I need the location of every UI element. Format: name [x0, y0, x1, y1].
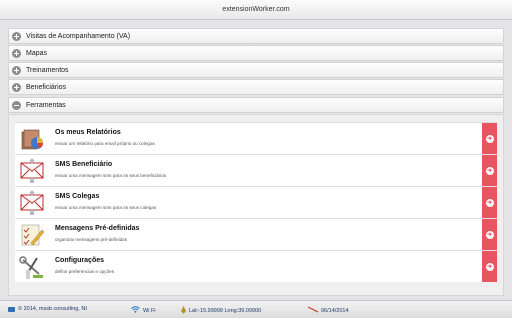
accordion-mapas[interactable]: Mapas: [8, 45, 504, 61]
open-mensagens-button[interactable]: ➔: [482, 219, 497, 250]
arrow-right-icon: ➔: [485, 166, 494, 175]
status-bar: © 2014, mssb consulting, NI Wi Fi Lat:-1…: [0, 300, 512, 318]
tool-sms-beneficiario[interactable]: SMS Beneficiário enviar uma mensagem sms…: [15, 154, 497, 186]
tool-title: SMS Colegas: [55, 193, 100, 200]
plus-icon: [12, 83, 21, 92]
open-configuracoes-button[interactable]: ➔: [482, 251, 497, 282]
plus-icon: [12, 49, 21, 58]
location-text: Lat:-15.99999 Long:39.09900: [189, 308, 262, 314]
accordion-treinamentos[interactable]: Treinamentos: [8, 62, 504, 78]
arrow-right-icon: ➔: [485, 262, 494, 271]
tool-description: enviar uma mensagem sms para os seus col…: [55, 205, 157, 210]
current-date: 06/14/2014: [307, 306, 349, 315]
tool-sms-colegas[interactable]: SMS Colegas enviar uma mensagem sms para…: [15, 186, 497, 218]
minus-icon: [12, 101, 21, 110]
tool-configuracoes[interactable]: Configurações definir preferencias e opç…: [15, 250, 497, 282]
tools-person-icon: [18, 253, 46, 281]
tool-title: Os meus Relatórios: [55, 129, 121, 136]
open-relatorios-button[interactable]: ➔: [482, 123, 497, 154]
tool-mensagens-predefinidas[interactable]: Mensagens Pré-definidas organizar mensag…: [15, 218, 497, 250]
accordion-beneficiarios[interactable]: Beneficiários: [8, 79, 504, 95]
wifi-text: Wi Fi: [143, 307, 156, 314]
wifi-status: Wi Fi: [131, 306, 156, 315]
open-sms-beneficiario-button[interactable]: ➔: [482, 155, 497, 186]
report-chart-icon: [18, 125, 46, 153]
accordion-ferramentas[interactable]: Ferramentas: [8, 97, 504, 113]
calendar-icon: [307, 306, 319, 315]
arrow-right-icon: ➔: [485, 230, 494, 239]
envelope-person-icon: [18, 157, 46, 185]
accordion-label: Ferramentas: [26, 102, 66, 109]
date-text: 06/14/2014: [321, 307, 349, 314]
envelope-person-icon: [18, 189, 46, 217]
accordion-label: Treinamentos: [26, 67, 69, 74]
copyright: © 2014, mssb consulting, NI: [8, 306, 87, 312]
app-title-bar: extensionWorker.com: [0, 0, 512, 20]
accordion-label: Beneficiários: [26, 84, 67, 91]
ferramentas-panel: Os meus Relatórios enviar um relatório p…: [8, 114, 504, 296]
plus-icon: [12, 66, 21, 75]
tool-relatorios[interactable]: Os meus Relatórios enviar um relatório p…: [15, 122, 497, 154]
location-pin-icon: [181, 306, 186, 316]
accordion-visitas[interactable]: Visitas de Acompanhamento (VA): [8, 28, 504, 44]
tool-description: enviar um relatório para email próprio o…: [55, 141, 155, 146]
arrow-right-icon: ➔: [485, 134, 494, 143]
open-sms-colegas-button[interactable]: ➔: [482, 187, 497, 218]
checklist-pencil-icon: [18, 221, 46, 249]
tool-title: Configurações: [55, 257, 105, 264]
tool-description: enviar uma mensagem sms para os seus ben…: [55, 173, 167, 178]
tool-title: Mensagens Pré-definidas: [55, 225, 140, 232]
app-title: extensionWorker.com: [222, 6, 290, 13]
tool-description: definir preferencias e opções: [55, 269, 114, 274]
copyright-text: © 2014, mssb consulting, NI: [18, 306, 87, 312]
tool-title: SMS Beneficiário: [55, 161, 113, 168]
gps-location: Lat:-15.99999 Long:39.09900: [181, 306, 261, 316]
plus-icon: [12, 32, 21, 41]
wifi-icon: [131, 306, 140, 315]
accordion-label: Visitas de Acompanhamento (VA): [26, 33, 131, 40]
tool-description: organizar mensagens pré-definidas: [55, 237, 128, 242]
logo-icon: [8, 306, 15, 312]
accordion-label: Mapas: [26, 50, 48, 57]
arrow-right-icon: ➔: [485, 198, 494, 207]
